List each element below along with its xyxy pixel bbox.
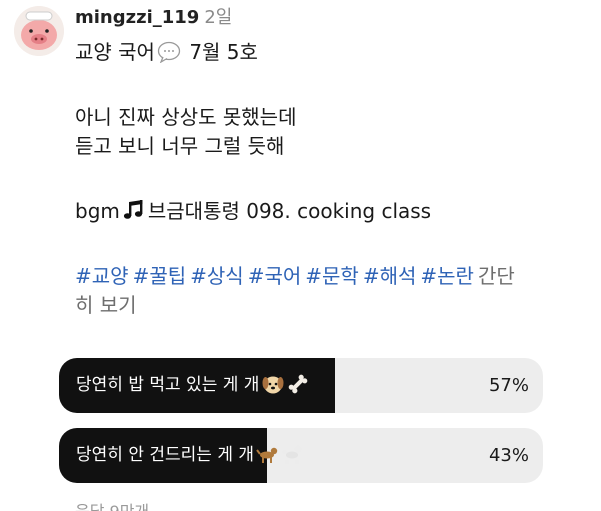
dog-icon xyxy=(256,447,278,463)
hashtag[interactable]: #상식 xyxy=(190,264,244,288)
post-time: 2일 xyxy=(204,7,233,28)
post-issue: 7월 5호 xyxy=(189,40,258,64)
poll-option-2[interactable]: 당연히 안 건드리는 게 개 43% xyxy=(59,428,543,483)
poll-option-label: 당연히 안 건드리는 게 개 xyxy=(76,445,255,465)
post-title-line: 교양 국어 7월 5호 xyxy=(75,38,590,67)
hashtag[interactable]: #해석 xyxy=(363,264,417,288)
bgm-prefix: bgm xyxy=(75,199,120,223)
bgm-line: bgm 브금대통령 098. cooking class xyxy=(75,197,590,226)
see-more-link[interactable]: 간단 xyxy=(478,264,515,288)
pig-avatar-icon xyxy=(14,6,64,56)
dog-face-icon xyxy=(262,376,284,394)
hashtag-line: #교양 #꿀팁 #상식 #국어 #문학 #해석 #논란 간단 xyxy=(75,262,590,291)
hashtag[interactable]: #꿀팁 xyxy=(133,264,187,288)
avatar[interactable] xyxy=(14,6,64,56)
poll-option-label: 당연히 밥 먹고 있는 게 개 xyxy=(76,375,260,395)
username[interactable]: mingzzi_119 xyxy=(75,7,199,28)
poll-response-count: 응답 9만개 xyxy=(75,498,149,511)
poodle-icon xyxy=(282,445,302,465)
hashtag[interactable]: #교양 xyxy=(75,264,129,288)
post-line-2: 듣고 보니 너무 그럴 듯해 xyxy=(75,134,285,158)
poll-option-percent: 57% xyxy=(488,375,529,396)
poll-option-row: 당연히 밥 먹고 있는 게 개 xyxy=(76,358,309,413)
post-title: 교양 국어 xyxy=(75,40,155,64)
speech-bubble-icon xyxy=(157,41,181,63)
bgm-text: 브금대통령 098. cooking class xyxy=(147,199,432,223)
see-more-link[interactable]: 히 보기 xyxy=(75,291,590,320)
bone-icon xyxy=(289,374,308,394)
poll-option-percent: 43% xyxy=(488,445,529,466)
hashtag[interactable]: #논란 xyxy=(420,264,474,288)
poll-option-1[interactable]: 당연히 밥 먹고 있는 게 개 57% xyxy=(59,358,543,413)
hashtag[interactable]: #문학 xyxy=(305,264,359,288)
post-header: mingzzi_119 2일 xyxy=(75,7,232,29)
music-note-icon xyxy=(123,200,143,219)
hashtag[interactable]: #국어 xyxy=(248,264,302,288)
poll-option-row: 당연히 안 건드리는 게 개 xyxy=(76,428,306,483)
post-line-1: 아니 진짜 상상도 못했는데 xyxy=(75,105,297,129)
post-content: 교양 국어 7월 5호 아니 진짜 상상도 못했는데 듣고 보니 너무 그럴 듯… xyxy=(75,38,590,320)
